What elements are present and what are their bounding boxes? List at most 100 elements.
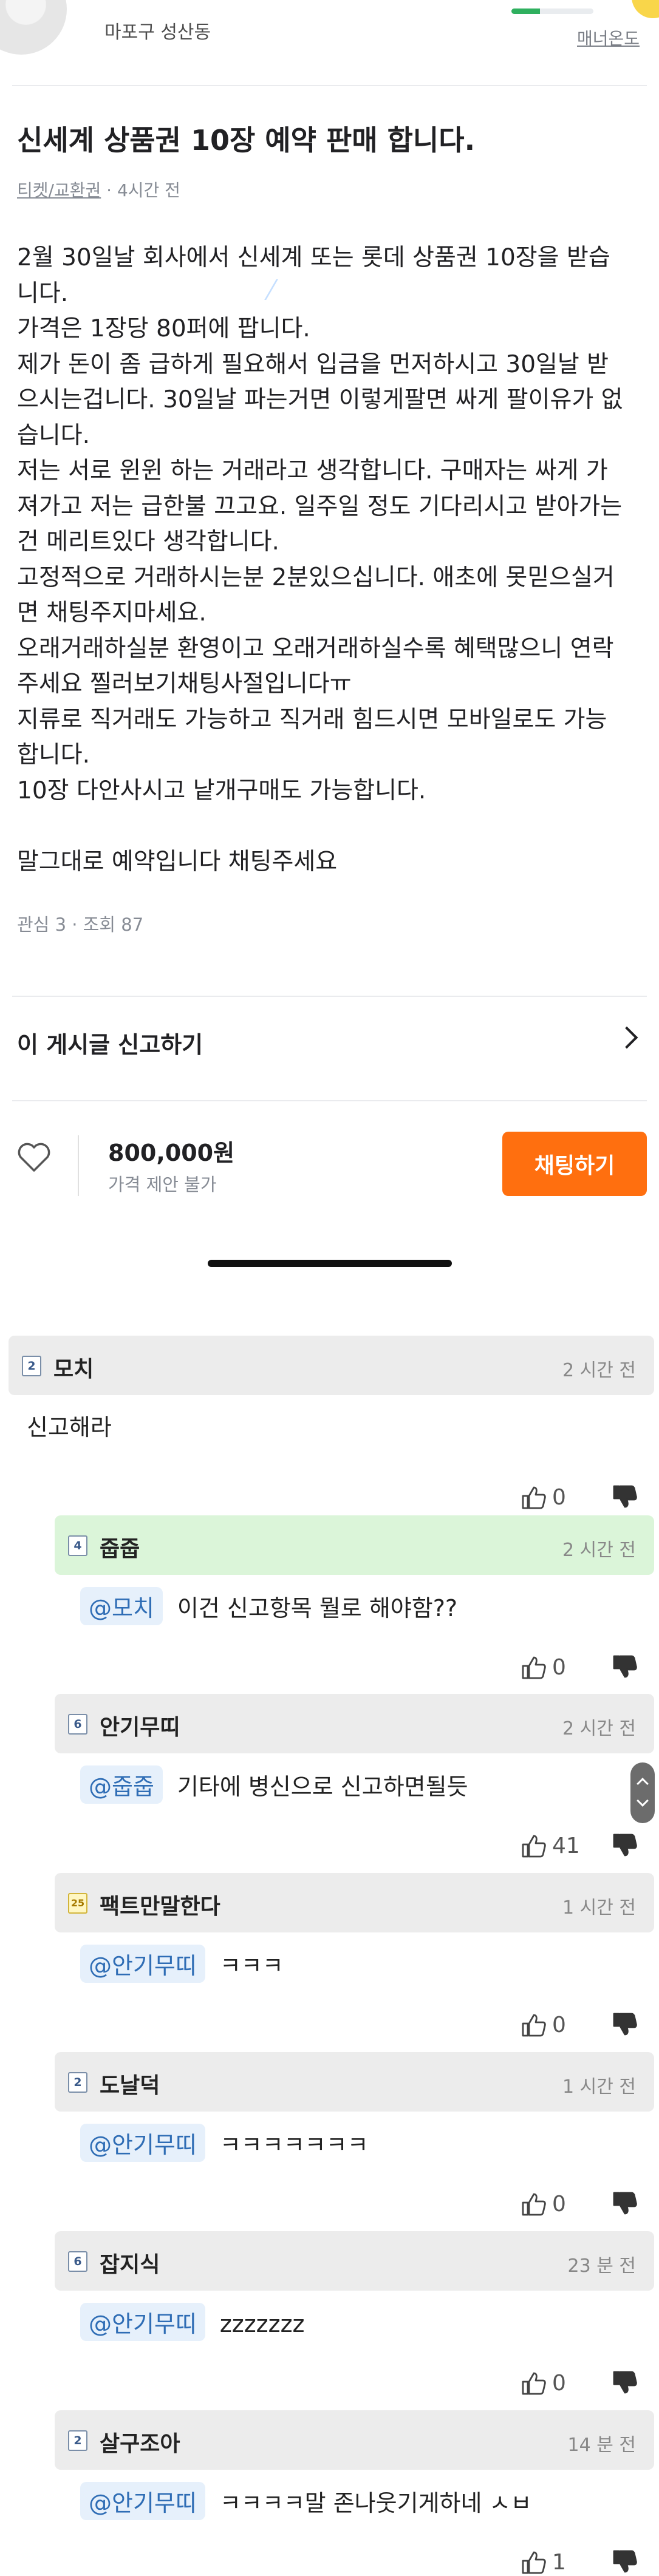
post-body-line: 습니다. (17, 421, 90, 449)
thumbs-down-button[interactable] (612, 1480, 642, 1513)
post-body-line: 10장 다안사시고 낱개구매도 가능합니다. (17, 777, 426, 804)
like-count: 1 (552, 2550, 566, 2575)
comment-header: 2 살구조아 14 분 전 (55, 2410, 654, 2470)
post-body-line: 저는 서로 윈윈 하는 거래라고 생각합니다. 구매자는 싸게 가 (17, 457, 608, 484)
post-body-line: 으시는겁니다. 30일날 파는거면 이렇게팔면 싸게 팔이유가 없 (17, 386, 623, 413)
level-badge-icon: 2 (68, 2072, 87, 2093)
level-badge-icon: 25 (68, 1893, 87, 1914)
divider (12, 1100, 647, 1101)
thumbs-up-icon (522, 2372, 546, 2395)
comment-mention[interactable]: @안기무띠 (80, 2482, 205, 2520)
comment-votes: 0 (521, 1480, 654, 1517)
comment-header: 25 팩트만말한다 1 시간 전 (55, 1873, 654, 1932)
report-post-row[interactable]: 이 게시글 신고하기 (0, 1008, 659, 1075)
comment-author[interactable]: 잡지식 (100, 2247, 160, 2279)
comment-author[interactable]: 모치 (53, 1351, 94, 1383)
level-badge-icon: 6 (68, 2251, 87, 2272)
thumbs-down-button[interactable] (612, 2008, 642, 2041)
post-body-line: 주세요 찔러보기채팅사절입니다ㅠ (17, 670, 352, 698)
thumbs-up-icon (522, 2014, 546, 2037)
comment-author[interactable]: 도날덕 (100, 2068, 160, 2099)
comment-item: 6 안기무띠 2 시간 전 @줍줍 기타에 병신으로 신고하면될듯 41 (55, 1694, 654, 1870)
comment-author[interactable]: 팩트만말한다 (100, 1889, 220, 1920)
category-link[interactable]: 티켓/교환권 (17, 180, 101, 200)
level-badge-icon: 6 (68, 1714, 87, 1735)
like-count: 0 (552, 2371, 566, 2396)
post-stats: 관심 3 · 조회 87 (17, 914, 144, 935)
thumbs-up-button[interactable]: 0 (521, 1650, 587, 1683)
thumbs-down-button[interactable] (612, 1829, 642, 1861)
post-body-line: 건 메리트있다 생각합니다. (17, 528, 279, 556)
thumbs-down-icon (613, 1833, 637, 1857)
manner-temperature-fill (511, 8, 541, 14)
comment-text: 기타에 병신으로 신고하면될듯 (177, 1773, 468, 1800)
thumbs-down-button[interactable] (612, 2187, 642, 2220)
divider (12, 996, 647, 997)
scrollbar-handle[interactable] (630, 1762, 655, 1823)
comment-item: 25 팩트만말한다 1 시간 전 @안기무띠 ㅋㅋㅋ 0 (55, 1873, 654, 2049)
divider (12, 85, 647, 86)
comment-body: 신고해라 (27, 1409, 112, 1442)
comment-body: @안기무띠 ㅋㅋㅋㅋㅋㅋㅋ (80, 2124, 369, 2162)
comment-votes: 0 (521, 2008, 654, 2044)
thumbs-down-button[interactable] (612, 1650, 642, 1683)
thumbs-up-button[interactable]: 0 (521, 2008, 587, 2041)
price: 800,000원 (108, 1140, 235, 1166)
comment-mention[interactable]: @안기무띠 (80, 2124, 205, 2162)
chat-button[interactable]: 채팅하기 (502, 1132, 647, 1196)
comment-header: 6 안기무띠 2 시간 전 (55, 1694, 654, 1753)
post-body-line: 져가고 저는 급한불 끄고요. 일주일 정도 기다리시고 받아가는 (17, 492, 623, 520)
thumbs-up-button[interactable]: 41 (521, 1829, 587, 1861)
comment-author[interactable]: 안기무띠 (100, 1710, 180, 1741)
post-body-line: 니다. (17, 279, 69, 307)
like-count: 41 (552, 1833, 580, 1858)
comment-author[interactable]: 살구조아 (100, 2426, 180, 2458)
level-badge-icon: 2 (22, 1356, 41, 1376)
post-title: 신세계 상품권 10장 예약 판매 합니다. (17, 124, 476, 157)
post-time: · 4시간 전 (106, 180, 180, 200)
comment-time: 1 시간 전 (562, 2076, 636, 2098)
like-count: 0 (552, 2013, 566, 2037)
comment-author[interactable]: 줍줍 (100, 1531, 140, 1563)
manner-temperature-link[interactable]: 매너온도 (577, 25, 640, 50)
thumbs-up-button[interactable]: 0 (521, 2187, 587, 2220)
thumbs-up-icon (522, 1835, 546, 1858)
thumbs-down-icon (613, 2192, 637, 2215)
thumbs-up-button[interactable]: 0 (521, 1480, 587, 1513)
thumbs-up-button[interactable]: 1 (521, 2545, 587, 2576)
comment-item: 2 도날덕 1 시간 전 @안기무띠 ㅋㅋㅋㅋㅋㅋㅋ 0 (55, 2052, 654, 2228)
post-meta: 티켓/교환권 · 4시간 전 (17, 177, 180, 202)
level-badge-icon: 2 (68, 2430, 87, 2451)
comment-time: 23 분 전 (567, 2255, 636, 2277)
comment-mention[interactable]: @안기무띠 (80, 1945, 205, 1983)
comment-votes: 0 (521, 2366, 654, 2402)
post-body-line (17, 809, 640, 845)
avatar[interactable] (0, 0, 67, 55)
comment-mention[interactable]: @모치 (80, 1587, 163, 1625)
heart-icon[interactable] (17, 1143, 51, 1173)
post-body-line: 오래거래하실분 환영이고 오래거래하실수록 혜택많으니 연락 (17, 634, 614, 662)
thumbs-up-button[interactable]: 0 (521, 2366, 587, 2399)
thumbs-down-icon (613, 2550, 637, 2573)
comment-header: 2 도날덕 1 시간 전 (55, 2052, 654, 2112)
post-body-line: 말그대로 예약입니다 채팅주세요 (17, 848, 338, 875)
post-body-line: 가격은 1장당 80퍼에 팝니다. (17, 315, 310, 342)
thumbs-down-button[interactable] (612, 2545, 642, 2576)
comment-mention[interactable]: @줍줍 (80, 1765, 163, 1804)
comment-time: 2 시간 전 (562, 1360, 636, 1381)
post-body-line: 합니다. (17, 741, 90, 769)
home-indicator[interactable] (208, 1260, 452, 1267)
comment-body: @안기무띠 ㅋㅋㅋㅋ말 존나웃기게하네 ㅅㅂ (80, 2482, 531, 2520)
thumbs-down-button[interactable] (612, 2366, 642, 2399)
comment-mention[interactable]: @안기무띠 (80, 2303, 205, 2341)
comment-time: 14 분 전 (567, 2435, 636, 2456)
thumbs-down-icon (613, 1655, 637, 1678)
comment-time: 1 시간 전 (562, 1897, 636, 1918)
thumbs-up-icon (522, 1656, 546, 1679)
post-body-line: 고정적으로 거래하시는분 2분있으십니다. 애초에 못믿으실거 (17, 563, 615, 591)
like-count: 0 (552, 2192, 566, 2217)
comment-votes: 0 (521, 1650, 654, 1687)
post-body-line: 2월 30일날 회사에서 신세계 또는 롯데 상품권 10장을 받습 (17, 244, 610, 271)
comment-text: zzzzzzz (219, 2311, 305, 2337)
comment-time: 2 시간 전 (562, 1718, 636, 1739)
